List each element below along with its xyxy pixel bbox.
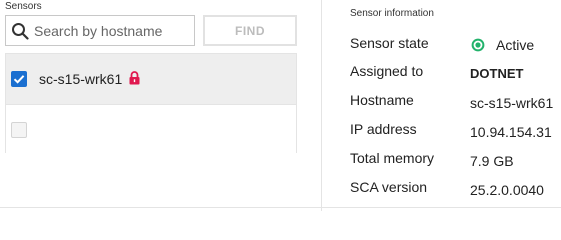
find-button[interactable]: FIND — [203, 15, 297, 46]
assigned-to-value: DOTNET — [470, 66, 524, 81]
ip-address-value: 10.94.154.31 — [470, 124, 552, 140]
sensor-row[interactable]: sc-s15-wrk61 — [6, 54, 296, 104]
ip-address-label: IP address — [350, 121, 417, 137]
hostname-label: Hostname — [350, 92, 414, 108]
sensor-checkbox-checked[interactable] — [11, 71, 27, 87]
sca-version-label: SCA version — [350, 179, 428, 195]
sensor-info-title: Sensor information — [350, 8, 434, 19]
sca-version-value: 25.2.0.0040 — [470, 182, 544, 198]
sensor-list: sc-s15-wrk61 — [5, 53, 297, 154]
sensors-section-label: Sensors — [5, 1, 42, 12]
hostname-value: sc-s15-wrk61 — [470, 95, 554, 111]
sensor-row[interactable] — [6, 104, 296, 154]
sensor-checkbox-unchecked[interactable] — [11, 121, 27, 138]
sensors-panel: Sensors FIND sc-s15-wrk61 — [0, 0, 305, 211]
search-box[interactable] — [5, 15, 195, 46]
sensor-state-value: Active — [496, 37, 535, 53]
active-status-icon — [471, 38, 485, 52]
lock-icon — [129, 71, 140, 85]
sensor-state-label: Sensor state — [350, 35, 429, 51]
checkmark-icon — [13, 75, 25, 84]
search-icon — [12, 23, 29, 40]
assigned-to-label: Assigned to — [350, 63, 424, 79]
bottom-border — [0, 207, 561, 208]
search-input[interactable] — [34, 16, 192, 45]
sensor-hostname: sc-s15-wrk61 — [39, 71, 123, 87]
total-memory-label: Total memory — [350, 150, 435, 166]
sensor-info-panel: Sensor information Sensor state Active A… — [322, 0, 561, 211]
total-memory-value: 7.9 GB — [470, 153, 514, 169]
